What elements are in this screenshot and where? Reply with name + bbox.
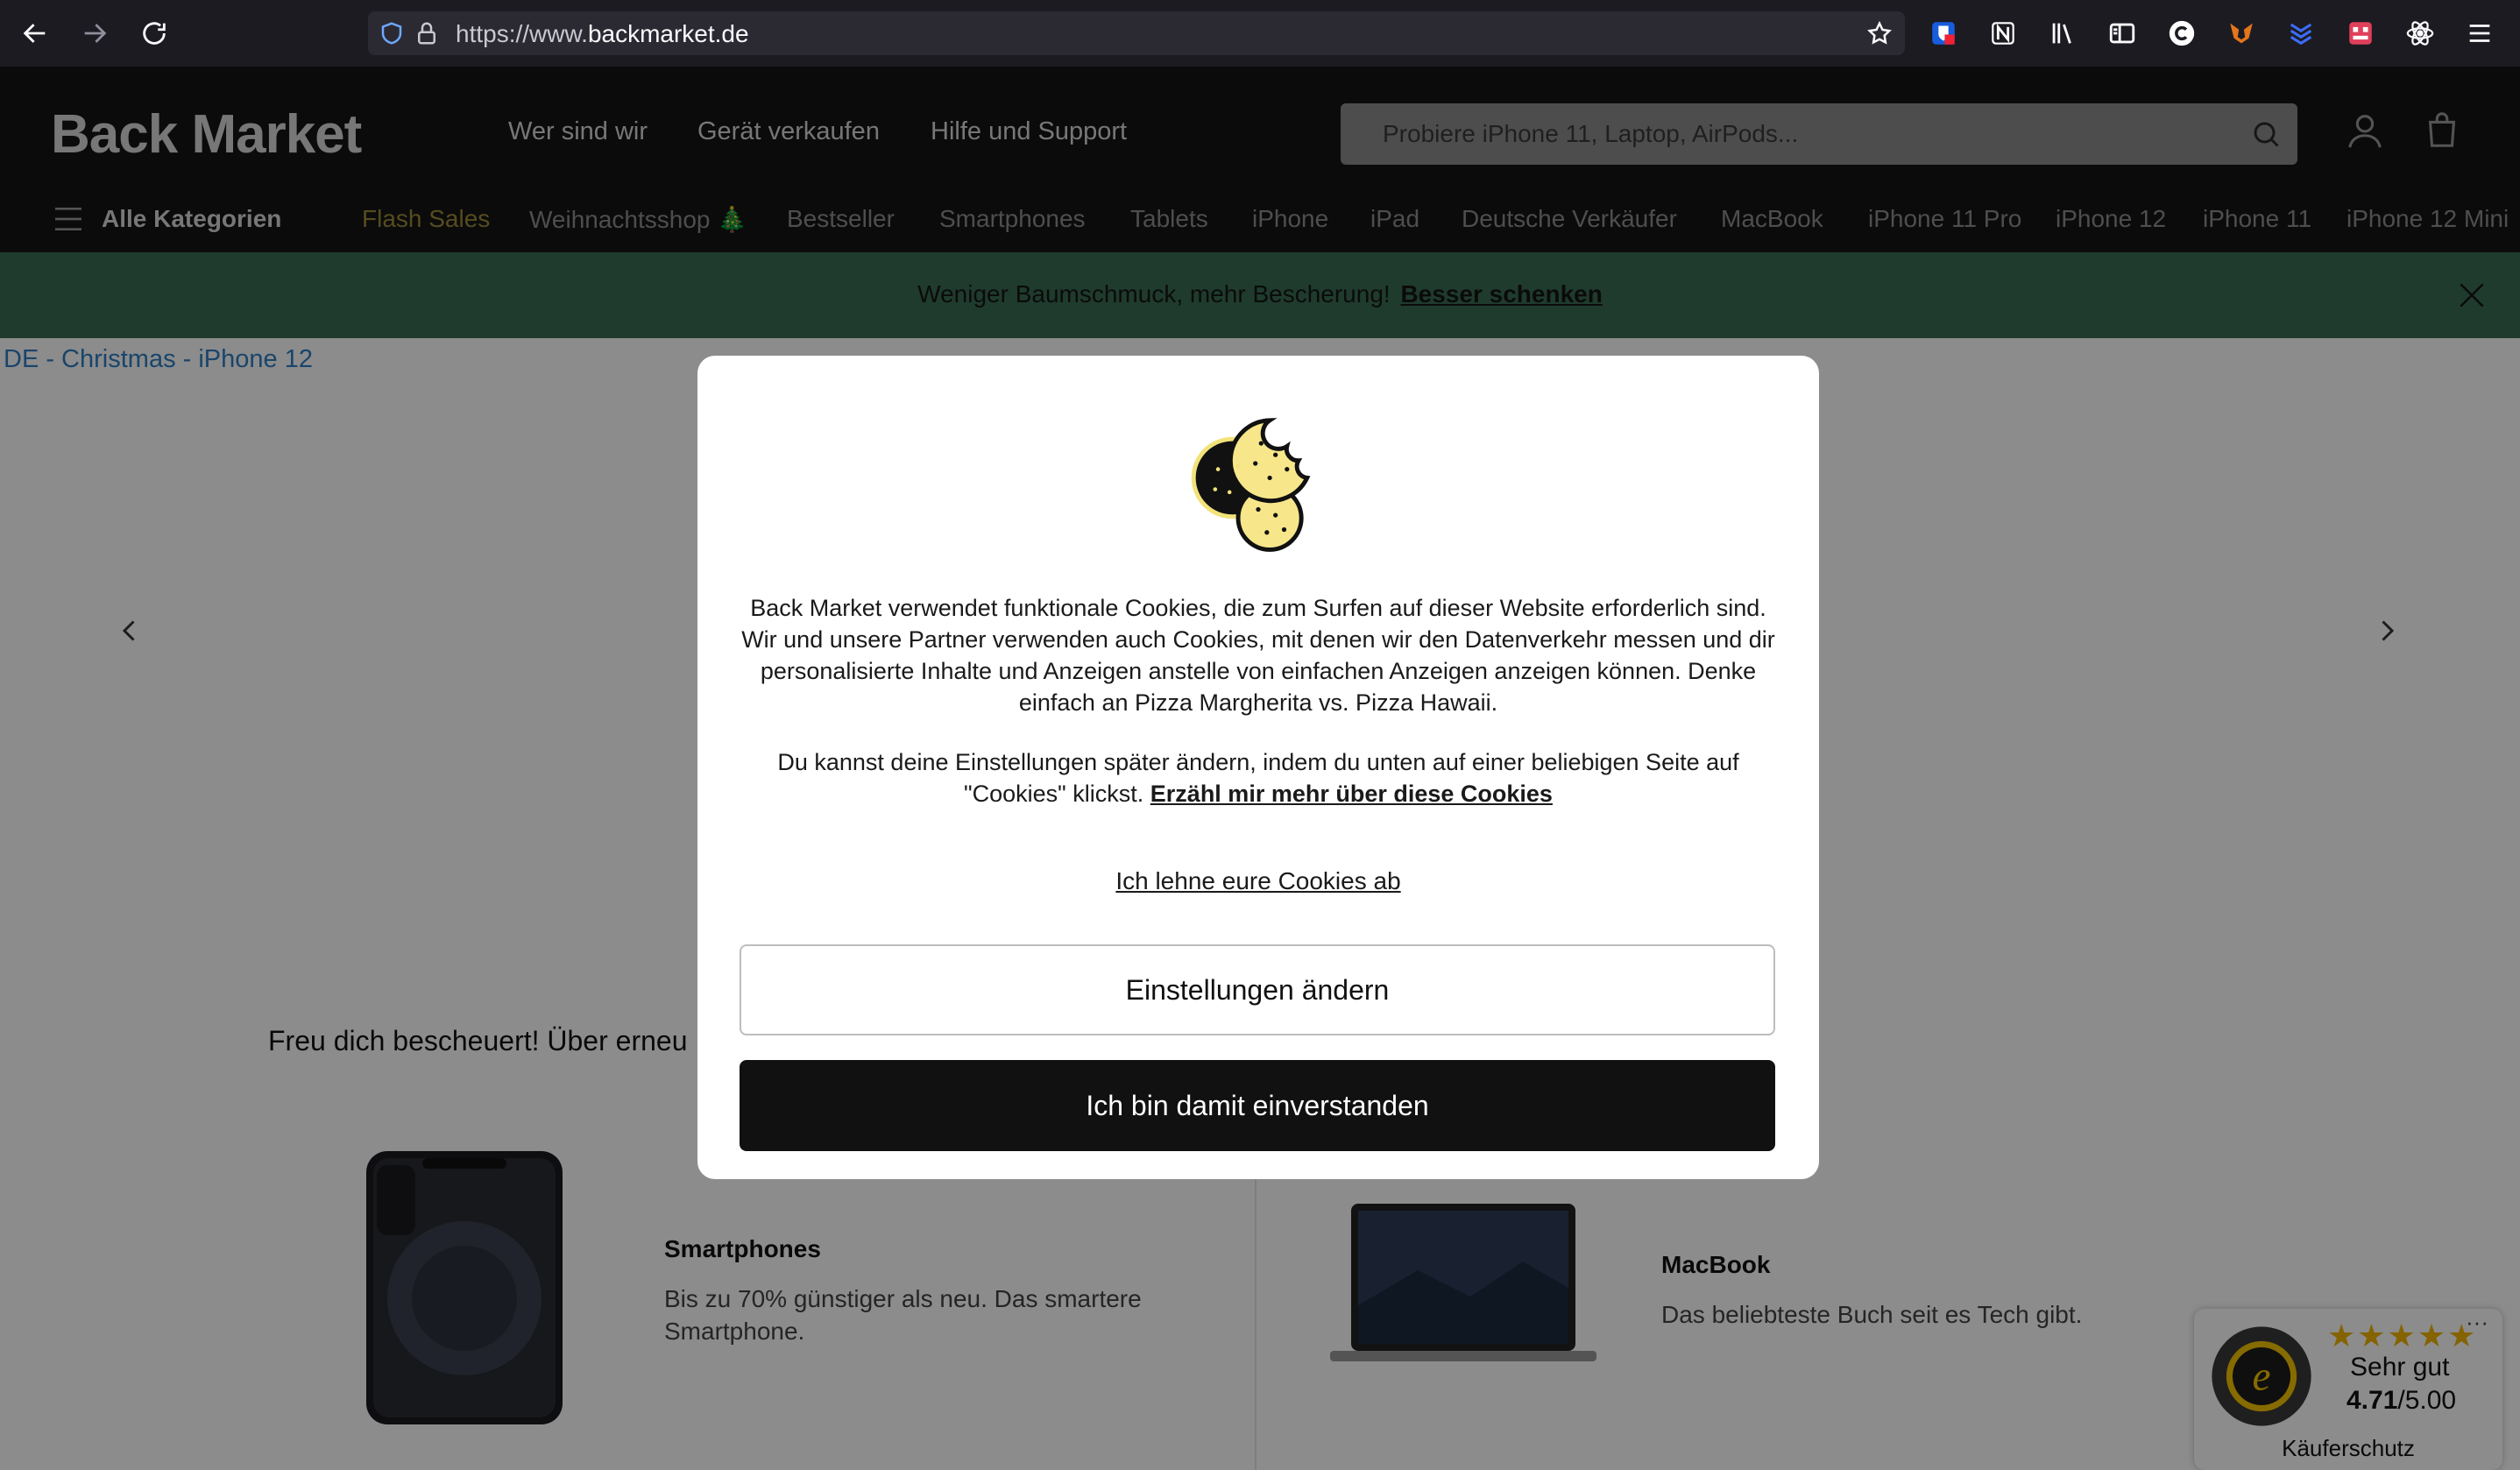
hamburger-menu-icon[interactable] [2462, 16, 2497, 51]
accept-cookies-button[interactable]: Ich bin damit einverstanden [740, 1060, 1775, 1151]
url-text[interactable]: https://www.backmarket.de [456, 20, 749, 48]
cookies-illustration-icon [1191, 418, 1311, 552]
reload-icon[interactable] [135, 14, 173, 53]
learn-more-link[interactable]: Erzähl mir mehr über diese Cookies [1150, 781, 1553, 807]
cookie-description: Back Market verwendet funktionale Cookie… [741, 595, 1775, 716]
extension-grid-icon[interactable] [2343, 16, 2378, 51]
extension-c-icon[interactable] [2164, 16, 2199, 51]
cookie-consent-modal: Back Market verwendet funktionale Cookie… [697, 356, 1819, 1179]
bookmark-star-icon[interactable] [1866, 20, 1893, 46]
extension-notion-icon[interactable] [1986, 16, 2021, 51]
address-bar[interactable]: https://www.backmarket.de [368, 11, 1905, 55]
sidebar-icon[interactable] [2105, 16, 2140, 51]
forward-icon[interactable] [75, 14, 114, 53]
back-icon[interactable] [16, 14, 54, 53]
extension-metamask-icon[interactable] [2224, 16, 2259, 51]
lock-icon[interactable] [414, 20, 440, 46]
shield-icon[interactable] [379, 20, 405, 46]
extension-chevrons-icon[interactable] [2283, 16, 2318, 51]
cookie-settings-hint: Du kannst deine Einstellungen später änd… [777, 749, 1739, 807]
decline-cookies-link[interactable]: Ich lehne eure Cookies ab [697, 867, 1819, 895]
extension-react-icon[interactable] [2403, 16, 2438, 51]
library-icon[interactable] [2045, 16, 2080, 51]
extension-bitwarden-icon[interactable] [1926, 16, 1961, 51]
browser-toolbar: https://www.backmarket.de [0, 0, 2520, 68]
change-settings-button[interactable]: Einstellungen ändern [740, 944, 1775, 1035]
